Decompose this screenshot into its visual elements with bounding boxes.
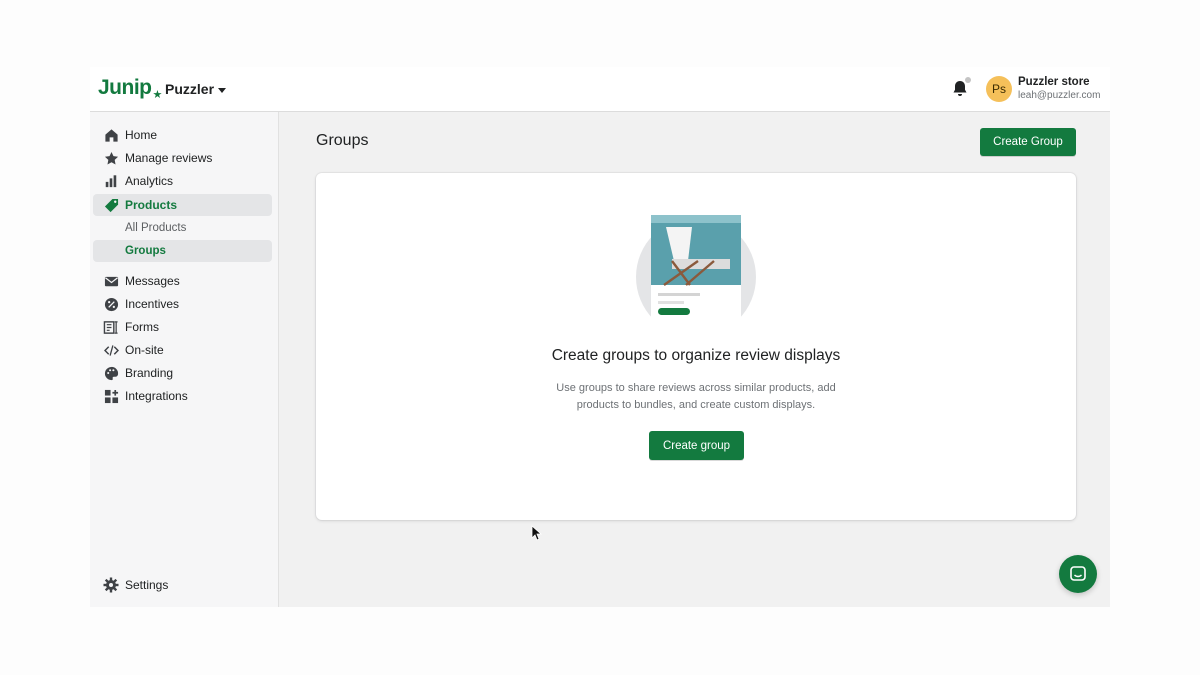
empty-state-heading: Create groups to organize review display… — [551, 347, 841, 364]
sidebar-item-label: Branding — [125, 366, 174, 380]
junip-logo[interactable]: Junip★ — [98, 76, 162, 101]
empty-state-card: Create groups to organize review display… — [316, 173, 1076, 520]
apps-icon — [103, 388, 119, 404]
empty-state-illustration — [636, 215, 756, 319]
app-window: Junip★ Puzzler Ps Puzzler store leah@puz… — [90, 67, 1110, 607]
sidebar-item-label: Analytics — [125, 174, 174, 188]
envelope-icon — [103, 273, 119, 289]
notification-dot — [965, 77, 971, 83]
sidebar-item-messages[interactable]: Messages — [93, 270, 272, 292]
sidebar-item-label: Manage reviews — [125, 151, 213, 165]
sidebar-item-label: On-site — [125, 343, 164, 357]
sidebar: Home Manage reviews Analytics Products A… — [90, 112, 279, 607]
sidebar-item-label: Products — [125, 198, 178, 212]
discount-icon — [103, 296, 119, 312]
sidebar-item-label: Messages — [125, 274, 180, 288]
account-name[interactable]: Puzzler store — [1018, 76, 1090, 88]
page-title: Groups — [316, 132, 369, 149]
sidebar-item-settings[interactable]: Settings — [93, 574, 272, 596]
create-group-cta-button[interactable]: Create group — [649, 431, 744, 460]
sidebar-item-integrations[interactable]: Integrations — [93, 385, 272, 407]
chat-icon — [1070, 566, 1086, 581]
palette-icon — [103, 365, 119, 381]
create-group-button[interactable]: Create Group — [980, 128, 1076, 156]
sidebar-subitem-all-products[interactable]: All Products — [93, 217, 272, 239]
sidebar-item-home[interactable]: Home — [93, 124, 272, 146]
sidebar-subitem-groups[interactable]: Groups — [93, 240, 272, 262]
sidebar-item-label: Home — [125, 128, 158, 142]
bar-chart-icon — [103, 173, 119, 189]
chat-launcher-button[interactable] — [1059, 555, 1097, 593]
sidebar-item-on-site[interactable]: On-site — [93, 339, 272, 361]
sidebar-item-analytics[interactable]: Analytics — [93, 170, 272, 192]
sidebar-item-label: Incentives — [125, 297, 180, 311]
code-icon — [103, 342, 119, 358]
sidebar-item-label: Forms — [125, 320, 159, 334]
sidebar-item-manage-reviews[interactable]: Manage reviews — [93, 147, 272, 169]
store-name: Puzzler — [165, 81, 215, 97]
main-content: Groups Create Group Create groups to org… — [279, 112, 1110, 607]
sidebar-item-forms[interactable]: Forms — [93, 316, 272, 338]
sidebar-item-products[interactable]: Products — [93, 194, 272, 216]
tag-icon — [103, 197, 119, 213]
gear-icon — [103, 577, 119, 593]
home-icon — [103, 127, 119, 143]
avatar[interactable]: Ps — [986, 76, 1012, 102]
store-switcher[interactable]: Puzzler — [165, 81, 227, 97]
form-icon — [103, 319, 119, 335]
top-bar: Junip★ Puzzler Ps Puzzler store leah@puz… — [90, 67, 1110, 112]
star-icon — [103, 150, 119, 166]
sidebar-item-label: Settings — [125, 578, 169, 592]
sidebar-item-branding[interactable]: Branding — [93, 362, 272, 384]
account-email: leah@puzzler.com — [1018, 90, 1101, 101]
empty-state-description: Use groups to share reviews across simil… — [556, 382, 836, 411]
sidebar-item-incentives[interactable]: Incentives — [93, 293, 272, 315]
mouse-cursor-icon — [531, 525, 543, 541]
caret-down-icon — [218, 87, 227, 93]
sidebar-item-label: Integrations — [125, 389, 188, 403]
